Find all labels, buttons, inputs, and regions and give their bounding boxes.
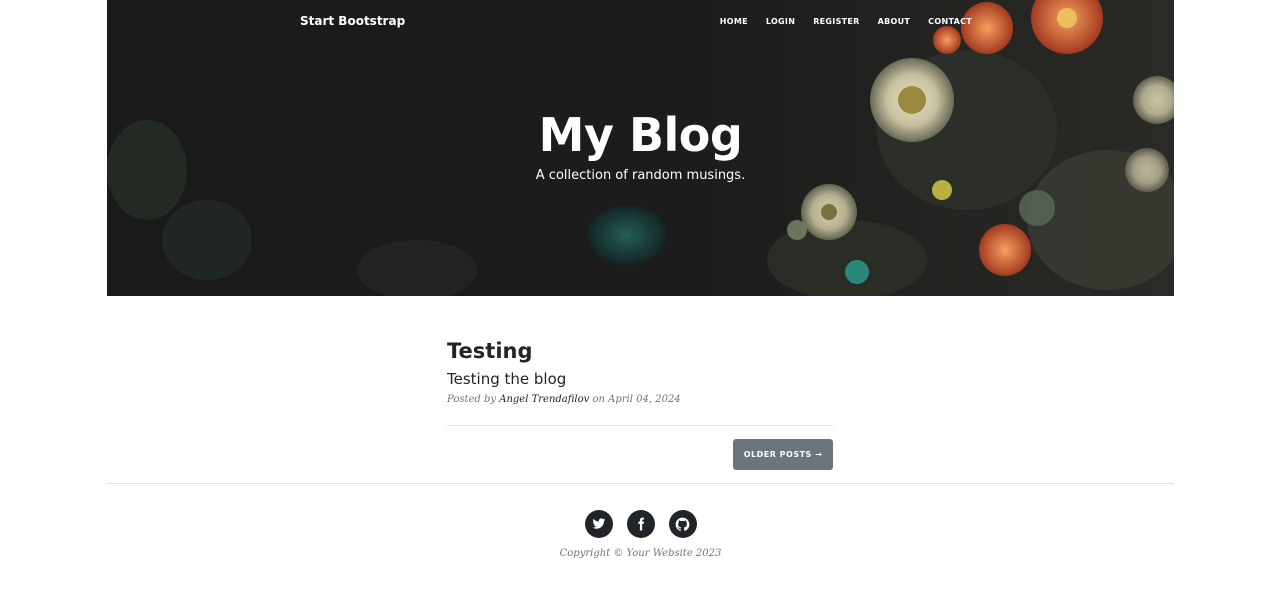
post-author-link[interactable]: Angel Trendafilov <box>499 394 589 405</box>
nav-links: HOME LOGIN REGISTER ABOUT CONTACT <box>702 17 972 26</box>
facebook-button[interactable] <box>626 510 655 538</box>
hero-header: Start Bootstrap HOME LOGIN REGISTER ABOU… <box>107 0 1174 296</box>
older-posts-button[interactable]: Older Posts → <box>733 439 833 470</box>
copyright-text: Copyright © Your Website 2023 <box>559 548 722 559</box>
brand-link[interactable]: Start Bootstrap <box>300 14 405 28</box>
post-meta: Posted by Angel Trendafilov on April 04,… <box>447 394 833 405</box>
post-meta-middle: on <box>592 394 605 405</box>
nav-link-about[interactable]: ABOUT <box>878 17 911 26</box>
post-preview: Testing Testing the blog Posted by Angel… <box>447 336 833 405</box>
post-divider <box>447 425 833 426</box>
social-links <box>107 510 1174 538</box>
post-title[interactable]: Testing <box>447 336 833 366</box>
page: Start Bootstrap HOME LOGIN REGISTER ABOU… <box>107 0 1174 600</box>
nav-link-login[interactable]: LOGIN <box>766 17 795 26</box>
github-button[interactable] <box>668 510 697 538</box>
page-title: My Blog <box>538 108 743 162</box>
post-date: April 04, 2024 <box>608 394 681 405</box>
post-meta-prefix: Posted by <box>447 394 497 405</box>
nav-link-contact[interactable]: CONTACT <box>928 17 972 26</box>
twitter-button[interactable] <box>584 510 613 538</box>
navbar: Start Bootstrap HOME LOGIN REGISTER ABOU… <box>107 0 1174 44</box>
nav-link-home[interactable]: HOME <box>720 17 748 26</box>
facebook-icon <box>637 517 644 531</box>
footer-divider <box>107 483 1174 484</box>
post-subtitle[interactable]: Testing the blog <box>447 368 833 390</box>
twitter-icon <box>591 518 605 529</box>
page-subtitle: A collection of random musings. <box>535 168 746 183</box>
nav-link-register[interactable]: REGISTER <box>813 17 859 26</box>
github-icon <box>675 517 690 531</box>
